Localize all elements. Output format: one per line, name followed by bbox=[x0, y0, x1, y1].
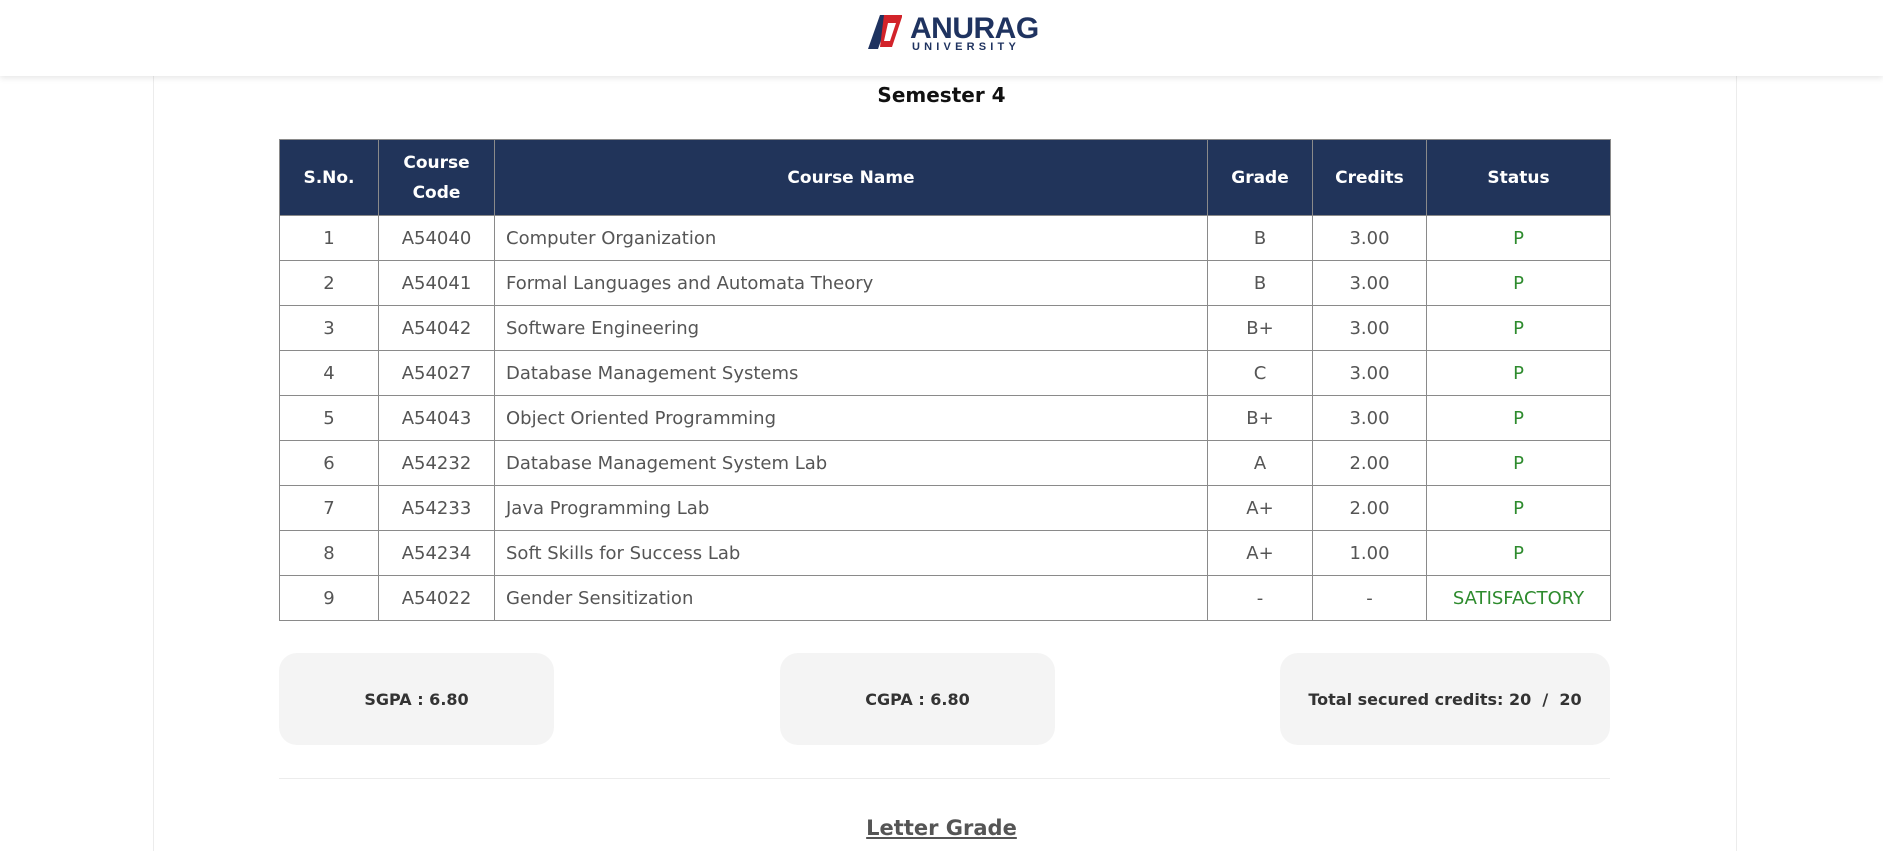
grades-table: S.No. Course Code Course Name Grade Cred… bbox=[279, 139, 1611, 621]
table-row: 7 A54233 Java Programming Lab A+ 2.00 P bbox=[279, 485, 1611, 531]
cell-credits: 3.00 bbox=[1312, 215, 1427, 261]
column-header-credits: Credits bbox=[1312, 139, 1427, 216]
university-logo[interactable]: ANURAG UNIVERSITY bbox=[866, 13, 1039, 53]
cgpa-box: CGPA : 6.80 bbox=[780, 653, 1055, 745]
cell-course-name: Object Oriented Programming bbox=[494, 395, 1208, 441]
cell-course-name: Computer Organization bbox=[494, 215, 1208, 261]
cell-course-code: A54233 bbox=[378, 485, 495, 531]
cell-sno: 1 bbox=[279, 215, 379, 261]
cell-status: SATISFACTORY bbox=[1426, 575, 1611, 621]
cell-status: P bbox=[1426, 215, 1611, 261]
cell-status: P bbox=[1426, 485, 1611, 531]
table-row: 8 A54234 Soft Skills for Success Lab A+ … bbox=[279, 530, 1611, 576]
table-row: 4 A54027 Database Management Systems C 3… bbox=[279, 350, 1611, 396]
total-credits-box: Total secured credits: 20 / 20 bbox=[1280, 653, 1610, 745]
cell-credits: 2.00 bbox=[1312, 440, 1427, 486]
column-header-course-name: Course Name bbox=[494, 139, 1208, 216]
cell-course-code: A54027 bbox=[378, 350, 495, 396]
cell-credits: 3.00 bbox=[1312, 305, 1427, 351]
cell-sno: 3 bbox=[279, 305, 379, 351]
section-divider bbox=[279, 778, 1610, 779]
cell-grade: B bbox=[1207, 215, 1313, 261]
cell-grade: A+ bbox=[1207, 530, 1313, 576]
cell-course-name: Software Engineering bbox=[494, 305, 1208, 351]
cell-sno: 2 bbox=[279, 260, 379, 306]
column-header-status: Status bbox=[1426, 139, 1611, 216]
cell-course-name: Java Programming Lab bbox=[494, 485, 1208, 531]
cell-credits: 3.00 bbox=[1312, 395, 1427, 441]
table-row: 2 A54041 Formal Languages and Automata T… bbox=[279, 260, 1611, 306]
cell-credits: - bbox=[1312, 575, 1427, 621]
cell-grade: A bbox=[1207, 440, 1313, 486]
column-header-sno: S.No. bbox=[279, 139, 379, 216]
sgpa-box: SGPA : 6.80 bbox=[279, 653, 554, 745]
cell-course-code: A54040 bbox=[378, 215, 495, 261]
cell-course-code: A54043 bbox=[378, 395, 495, 441]
cell-course-code: A54042 bbox=[378, 305, 495, 351]
cell-sno: 8 bbox=[279, 530, 379, 576]
cell-grade: B bbox=[1207, 260, 1313, 306]
cell-course-code: A54041 bbox=[378, 260, 495, 306]
table-row: 6 A54232 Database Management System Lab … bbox=[279, 440, 1611, 486]
column-header-course-code: Course Code bbox=[378, 139, 495, 216]
cell-grade: B+ bbox=[1207, 395, 1313, 441]
cell-sno: 5 bbox=[279, 395, 379, 441]
cell-status: P bbox=[1426, 440, 1611, 486]
cell-course-code: A54232 bbox=[378, 440, 495, 486]
cell-grade: C bbox=[1207, 350, 1313, 396]
cell-credits: 3.00 bbox=[1312, 350, 1427, 396]
cell-status: P bbox=[1426, 305, 1611, 351]
cell-course-name: Database Management System Lab bbox=[494, 440, 1208, 486]
cell-grade: A+ bbox=[1207, 485, 1313, 531]
cell-course-name: Formal Languages and Automata Theory bbox=[494, 260, 1208, 306]
cell-status: P bbox=[1426, 530, 1611, 576]
cell-credits: 3.00 bbox=[1312, 260, 1427, 306]
logo-subtitle: UNIVERSITY bbox=[912, 41, 1021, 53]
table-row: 9 A54022 Gender Sensitization - - SATISF… bbox=[279, 575, 1611, 621]
cell-grade: - bbox=[1207, 575, 1313, 621]
cell-course-code: A54022 bbox=[378, 575, 495, 621]
cell-sno: 4 bbox=[279, 350, 379, 396]
top-header: ANURAG UNIVERSITY bbox=[0, 0, 1883, 76]
cell-sno: 6 bbox=[279, 440, 379, 486]
cell-status: P bbox=[1426, 350, 1611, 396]
semester-title: Semester 4 bbox=[877, 83, 1006, 107]
column-header-grade: Grade bbox=[1207, 139, 1313, 216]
cell-status: P bbox=[1426, 395, 1611, 441]
cell-credits: 1.00 bbox=[1312, 530, 1427, 576]
cell-credits: 2.00 bbox=[1312, 485, 1427, 531]
table-row: 5 A54043 Object Oriented Programming B+ … bbox=[279, 395, 1611, 441]
cell-status: P bbox=[1426, 260, 1611, 306]
cell-sno: 7 bbox=[279, 485, 379, 531]
table-row: 3 A54042 Software Engineering B+ 3.00 P bbox=[279, 305, 1611, 351]
table-header-row: S.No. Course Code Course Name Grade Cred… bbox=[279, 139, 1611, 216]
cell-grade: B+ bbox=[1207, 305, 1313, 351]
cell-sno: 9 bbox=[279, 575, 379, 621]
cell-course-name: Database Management Systems bbox=[494, 350, 1208, 396]
table-row: 1 A54040 Computer Organization B 3.00 P bbox=[279, 215, 1611, 261]
letter-grade-heading[interactable]: Letter Grade bbox=[0, 815, 1883, 841]
cell-course-name: Gender Sensitization bbox=[494, 575, 1208, 621]
cell-course-name: Soft Skills for Success Lab bbox=[494, 530, 1208, 576]
cell-course-code: A54234 bbox=[378, 530, 495, 576]
anurag-logo-icon bbox=[868, 15, 902, 49]
